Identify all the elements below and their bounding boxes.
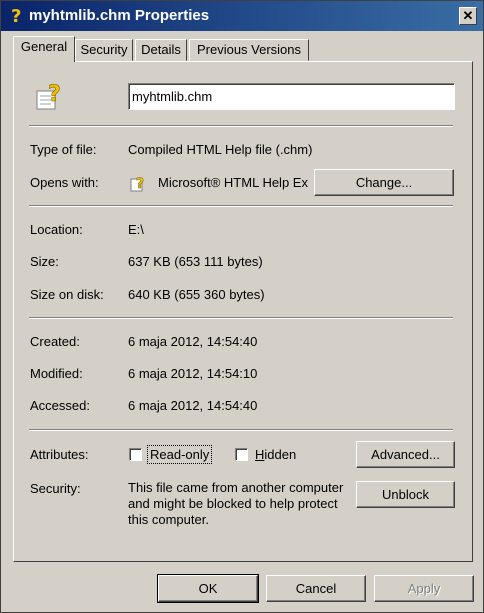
change-button-label: Change...: [355, 175, 413, 190]
opens-with-value: Microsoft® HTML Help Ex: [158, 175, 308, 190]
file-name-field[interactable]: myhtmlib.chm: [128, 83, 455, 110]
svg-text:?: ?: [11, 6, 21, 26]
apply-button-label: Apply: [407, 581, 441, 596]
divider: [29, 317, 453, 319]
hidden-label[interactable]: Hidden: [255, 447, 296, 462]
created-label: Created:: [30, 334, 80, 349]
svg-text:?: ?: [48, 82, 61, 107]
location-label: Location:: [30, 222, 83, 237]
help-file-icon: ?: [11, 6, 21, 26]
size-value: 637 KB (653 111 bytes): [128, 254, 263, 269]
cancel-button-label: Cancel: [295, 581, 337, 596]
tab-details[interactable]: Details: [135, 39, 187, 61]
ok-button[interactable]: OK: [157, 574, 259, 603]
cancel-button[interactable]: Cancel: [266, 575, 366, 602]
size-on-disk-value: 640 KB (655 360 bytes): [128, 287, 265, 302]
close-icon: ✕: [462, 8, 474, 23]
divider: [29, 125, 453, 127]
apply-button[interactable]: Apply: [374, 575, 474, 602]
accessed-value: 6 maja 2012, 14:54:40: [128, 398, 258, 413]
accessed-label: Accessed:: [30, 398, 90, 413]
readonly-label[interactable]: Read-only: [147, 445, 213, 464]
security-label: Security:: [30, 481, 81, 496]
advanced-button[interactable]: Advanced...: [356, 441, 455, 468]
unblock-button[interactable]: Unblock: [356, 481, 455, 508]
modified-value: 6 maja 2012, 14:54:10: [128, 366, 258, 381]
tab-details-label: Details: [141, 42, 181, 57]
unblock-button-label: Unblock: [382, 487, 429, 502]
tab-security-label: Security: [80, 42, 128, 57]
readonly-label-text: Read-only: [150, 447, 210, 462]
help-file-icon: ?: [36, 82, 61, 110]
divider: [29, 429, 453, 431]
size-on-disk-label: Size on disk:: [30, 287, 104, 302]
html-help-icon: ?: [130, 176, 144, 192]
security-message: This file came from another computer and…: [128, 480, 344, 527]
created-value: 6 maja 2012, 14:54:40: [128, 334, 258, 349]
type-of-file-label: Type of file:: [30, 142, 97, 157]
divider: [29, 205, 453, 207]
location-value: E:\: [128, 222, 144, 237]
tab-general-label: General: [20, 39, 68, 54]
close-button[interactable]: ✕: [459, 7, 477, 25]
opens-with-label: Opens with:: [30, 175, 99, 190]
ok-button-label: OK: [198, 581, 218, 596]
change-button[interactable]: Change...: [314, 169, 454, 196]
svg-text:?: ?: [136, 176, 144, 192]
properties-window: ? myhtmlib.chm Properties ✕ General Secu…: [0, 0, 484, 613]
tab-previous-versions-label: Previous Versions: [196, 42, 302, 57]
tab-general[interactable]: General: [13, 36, 75, 62]
modified-label: Modified:: [30, 366, 83, 381]
readonly-checkbox[interactable]: [129, 448, 142, 461]
window-title: myhtmlib.chm Properties: [29, 7, 210, 24]
type-of-file-value: Compiled HTML Help file (.chm): [128, 142, 313, 157]
attributes-label: Attributes:: [30, 447, 89, 462]
advanced-button-label: Advanced...: [371, 447, 440, 462]
size-label: Size:: [30, 254, 59, 269]
tab-previous-versions[interactable]: Previous Versions: [189, 39, 309, 61]
tab-security[interactable]: Security: [75, 39, 133, 61]
hidden-checkbox[interactable]: [235, 448, 248, 461]
title-bar[interactable]: ? myhtmlib.chm Properties ✕: [1, 1, 483, 31]
